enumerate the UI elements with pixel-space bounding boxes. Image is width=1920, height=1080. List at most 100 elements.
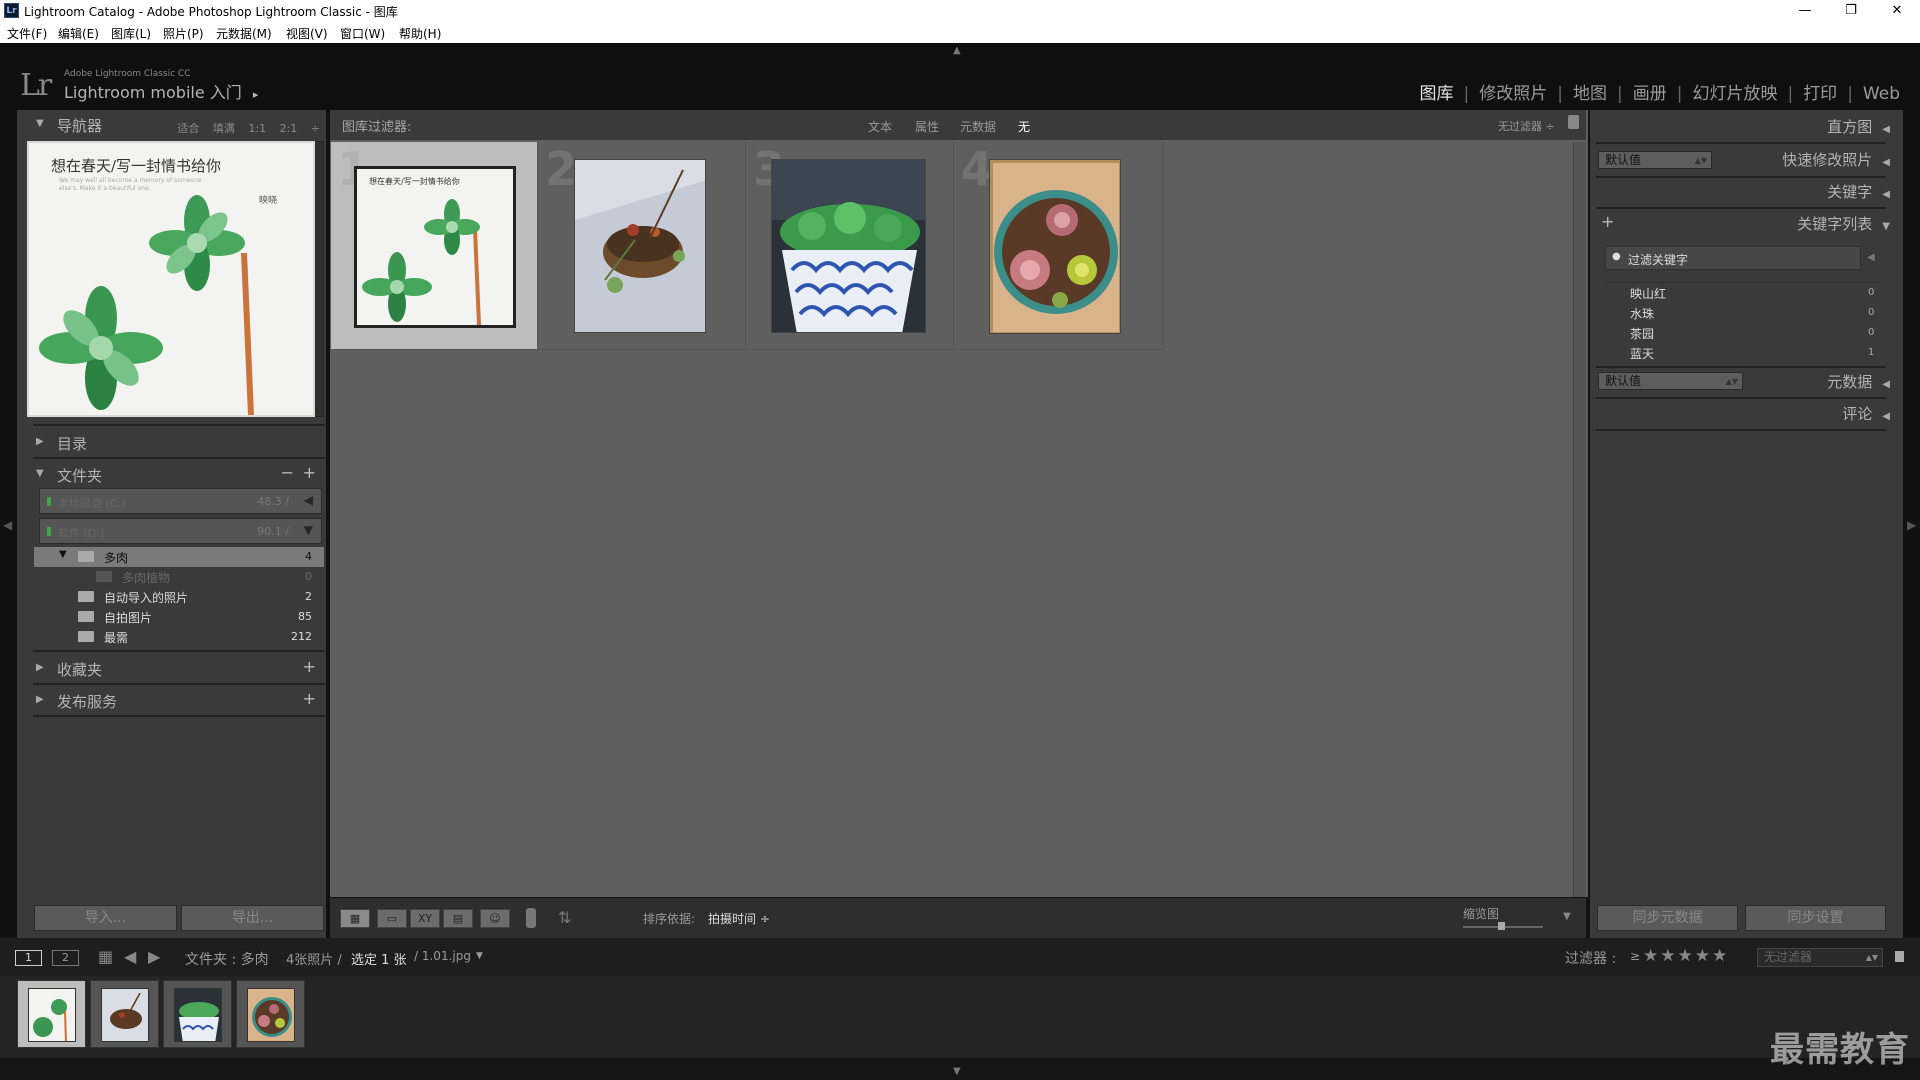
filmstrip-thumb[interactable] — [163, 980, 232, 1048]
keyword-item[interactable]: 映山红 — [1630, 285, 1666, 302]
catalog-header[interactable]: ▶ 目录 — [17, 428, 326, 458]
filmstrip-thumb[interactable] — [90, 980, 159, 1048]
grid-cell[interactable]: 3 — [747, 142, 954, 349]
metadata-preset-select[interactable]: 默认值 ▲▼ — [1598, 372, 1743, 390]
photo-thumbnail[interactable]: 想在春天/写一封情书给你 — [354, 166, 516, 328]
spray-can-icon[interactable] — [526, 908, 536, 928]
filmstrip-thumb[interactable] — [17, 980, 86, 1048]
collections-header[interactable]: ▶ 收藏夹 + — [17, 654, 326, 684]
lock-icon[interactable] — [1568, 115, 1579, 129]
minimize-button[interactable]: — — [1782, 0, 1828, 22]
keywording-header[interactable]: 关键字 ◀ — [1827, 181, 1890, 202]
keyword-filter-input[interactable]: ● 过滤关键字 — [1605, 246, 1861, 270]
chevron-down-icon[interactable]: ▼ — [476, 951, 483, 961]
zoom-fill[interactable]: 填满 — [213, 122, 235, 135]
sync-metadata-button[interactable]: 同步元数据 — [1597, 905, 1738, 931]
lock-icon[interactable] — [1895, 951, 1904, 962]
navigator-preview[interactable]: 想在春天/写一封情书给你 We may well all become a me… — [27, 141, 315, 417]
filter-tab-metadata[interactable]: 元数据 — [960, 118, 996, 135]
menu-view[interactable]: 视图(V) — [286, 25, 328, 42]
remove-folder-button[interactable]: − — [281, 463, 294, 482]
quick-develop-preset-select[interactable]: 默认值 ▲▼ — [1598, 151, 1712, 169]
close-button[interactable]: ✕ — [1874, 0, 1920, 22]
grid-cell[interactable]: 4 — [955, 142, 1162, 349]
menu-photo[interactable]: 照片(P) — [163, 25, 204, 42]
import-button[interactable]: 导入... — [34, 905, 177, 931]
filter-preset-select[interactable]: 无过滤器 ÷ — [1498, 118, 1555, 134]
menu-help[interactable]: 帮助(H) — [399, 25, 441, 42]
zoom-2-1[interactable]: 2:1 — [280, 122, 298, 135]
menu-metadata[interactable]: 元数据(M) — [216, 25, 272, 42]
grid-icon[interactable]: ▦ — [98, 947, 113, 966]
filmstrip-thumb[interactable] — [236, 980, 305, 1048]
grid-scrollbar[interactable] — [1573, 142, 1586, 897]
grid-cell[interactable]: 1 想在春天/写一封情书给你 — [331, 142, 538, 349]
quick-develop-header[interactable]: 快速修改照片 ◀ — [1782, 149, 1890, 170]
folders-header[interactable]: ▼ 文件夹 − + — [17, 460, 326, 490]
back-arrow-icon[interactable]: ◀ — [124, 947, 136, 966]
histogram-header[interactable]: 直方图 ◀ — [1827, 116, 1890, 137]
add-folder-button[interactable]: + — [303, 463, 316, 482]
star-rating-filter[interactable]: ★★★★★ — [1643, 946, 1729, 966]
filter-tab-none[interactable]: 无 — [1018, 118, 1030, 135]
sort-select[interactable]: 拍摄时间 ÷ — [708, 910, 770, 927]
publish-header[interactable]: ▶ 发布服务 + — [17, 686, 326, 716]
left-panel-toggle-icon[interactable]: ◀ — [3, 518, 12, 532]
filter-preset-select[interactable]: 无过滤器 ▲▼ — [1757, 948, 1883, 967]
keyword-list-header[interactable]: 关键字列表 ▼ — [1797, 213, 1890, 234]
forward-arrow-icon[interactable]: ▶ — [148, 947, 160, 966]
zoom-fit[interactable]: 适合 — [177, 122, 199, 135]
people-view-icon[interactable]: ☺ — [480, 909, 510, 928]
module-develop[interactable]: 修改照片 — [1479, 84, 1547, 104]
mobile-link[interactable]: Lightroom mobile 入门 ▸ — [64, 79, 258, 103]
source-label[interactable]: 文件夹 : 多肉 — [185, 949, 269, 969]
keyword-item[interactable]: 水珠 — [1630, 305, 1654, 322]
folder-item[interactable]: 多肉植物 0 — [34, 567, 324, 587]
filter-comparator[interactable]: ≥ — [1630, 949, 1640, 963]
compare-view-icon[interactable]: XY — [410, 909, 440, 928]
drive-c[interactable]: 本地磁盘 (C:) 48.3 / ◀ — [39, 488, 322, 514]
window-1-button[interactable]: 1 — [15, 950, 42, 966]
photo-thumbnail[interactable] — [989, 159, 1121, 334]
collapse-bottom-icon[interactable]: ▼ — [953, 1066, 961, 1077]
loupe-view-icon[interactable]: ▭ — [377, 909, 407, 928]
maximize-button[interactable]: ❐ — [1828, 0, 1874, 22]
metadata-header[interactable]: 元数据 ◀ — [1827, 371, 1890, 392]
module-print[interactable]: 打印 — [1803, 84, 1837, 104]
survey-view-icon[interactable]: ▤ — [443, 909, 473, 928]
photo-thumbnail[interactable] — [574, 159, 706, 333]
menu-file[interactable]: 文件(F) — [7, 25, 47, 42]
window-2-button[interactable]: 2 — [52, 950, 79, 966]
add-keyword-button[interactable]: + — [1601, 212, 1614, 231]
collapse-top-icon[interactable]: ▲ — [953, 45, 961, 56]
export-button[interactable]: 导出... — [181, 905, 324, 931]
module-library[interactable]: 图库 — [1420, 84, 1454, 104]
module-web[interactable]: Web — [1863, 84, 1900, 104]
menu-edit[interactable]: 编辑(E) — [58, 25, 99, 42]
add-collection-button[interactable]: + — [303, 657, 316, 676]
menu-window[interactable]: 窗口(W) — [340, 25, 385, 42]
triangle-left-icon[interactable]: ◀ — [1867, 252, 1875, 263]
module-book[interactable]: 画册 — [1633, 84, 1667, 104]
filter-tab-attribute[interactable]: 属性 — [915, 118, 939, 135]
module-map[interactable]: 地图 — [1573, 84, 1607, 104]
grid-cell[interactable]: 2 — [539, 142, 746, 349]
slider-handle[interactable] — [1498, 922, 1505, 930]
right-panel-toggle-icon[interactable]: ▶ — [1907, 518, 1916, 532]
keyword-item[interactable]: 茶园 — [1630, 325, 1654, 342]
menu-library[interactable]: 图库(L) — [111, 25, 151, 42]
zoom-spinner-icon[interactable]: ÷ — [311, 122, 320, 135]
keyword-item[interactable]: 蓝天 — [1630, 345, 1654, 362]
zoom-1-1[interactable]: 1:1 — [248, 122, 266, 135]
drive-d[interactable]: 软件 (D:) 90.1 / ▼ — [39, 518, 322, 544]
module-slideshow[interactable]: 幻灯片放映 — [1692, 84, 1777, 104]
grid-view-icon[interactable]: ▦ — [340, 909, 370, 928]
folder-item[interactable]: 最需 212 — [34, 627, 324, 647]
comments-header[interactable]: 评论 ◀ — [1842, 403, 1890, 424]
filter-tab-text[interactable]: 文本 — [868, 118, 892, 135]
toolbar-menu-icon[interactable]: ▼ — [1563, 911, 1571, 922]
photo-thumbnail[interactable] — [771, 159, 926, 333]
folder-item[interactable]: 自动导入的照片 2 — [34, 587, 324, 607]
sort-direction-icon[interactable]: ⇅ — [558, 908, 571, 927]
folder-item[interactable]: 自拍图片 85 — [34, 607, 324, 627]
